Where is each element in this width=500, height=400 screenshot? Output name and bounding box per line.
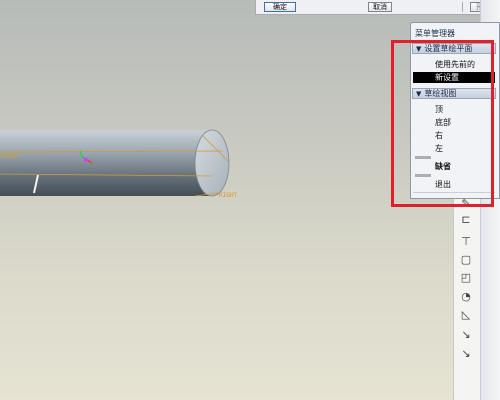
- datum-label-right: RIGHT: [219, 192, 237, 199]
- draft-tool-icon[interactable]: ◰: [459, 271, 473, 285]
- ok-button[interactable]: 确定: [264, 2, 296, 12]
- dialog-separator: [462, 2, 463, 12]
- cancel-button[interactable]: 取消: [368, 2, 392, 12]
- rib-tool-icon[interactable]: ⊤: [459, 235, 473, 249]
- dialog-button-bar: 确定 取消 预览: [255, 0, 500, 15]
- highlight-box: [391, 40, 494, 207]
- datum-label-front: FRONT: [1, 153, 19, 160]
- menu-manager-title: 菜单管理器: [415, 29, 455, 38]
- sweep-tool-icon[interactable]: ↘: [459, 328, 473, 342]
- cylinder-model[interactable]: [0, 129, 230, 197]
- hole-tool-icon[interactable]: ⊏: [459, 213, 473, 227]
- feature-toolbar: ✎ ⊏ ⊤ ▢ ◰ ◔ ◺ ↘ ↘: [453, 195, 480, 400]
- chamfer-tool-icon[interactable]: ◺: [459, 308, 473, 322]
- round-tool-icon[interactable]: ◔: [459, 290, 473, 304]
- model-viewport[interactable]: FRONT RIGHT: [0, 0, 455, 400]
- shell-tool-icon[interactable]: ▢: [459, 253, 473, 267]
- blend-tool-icon[interactable]: ↘: [459, 347, 473, 361]
